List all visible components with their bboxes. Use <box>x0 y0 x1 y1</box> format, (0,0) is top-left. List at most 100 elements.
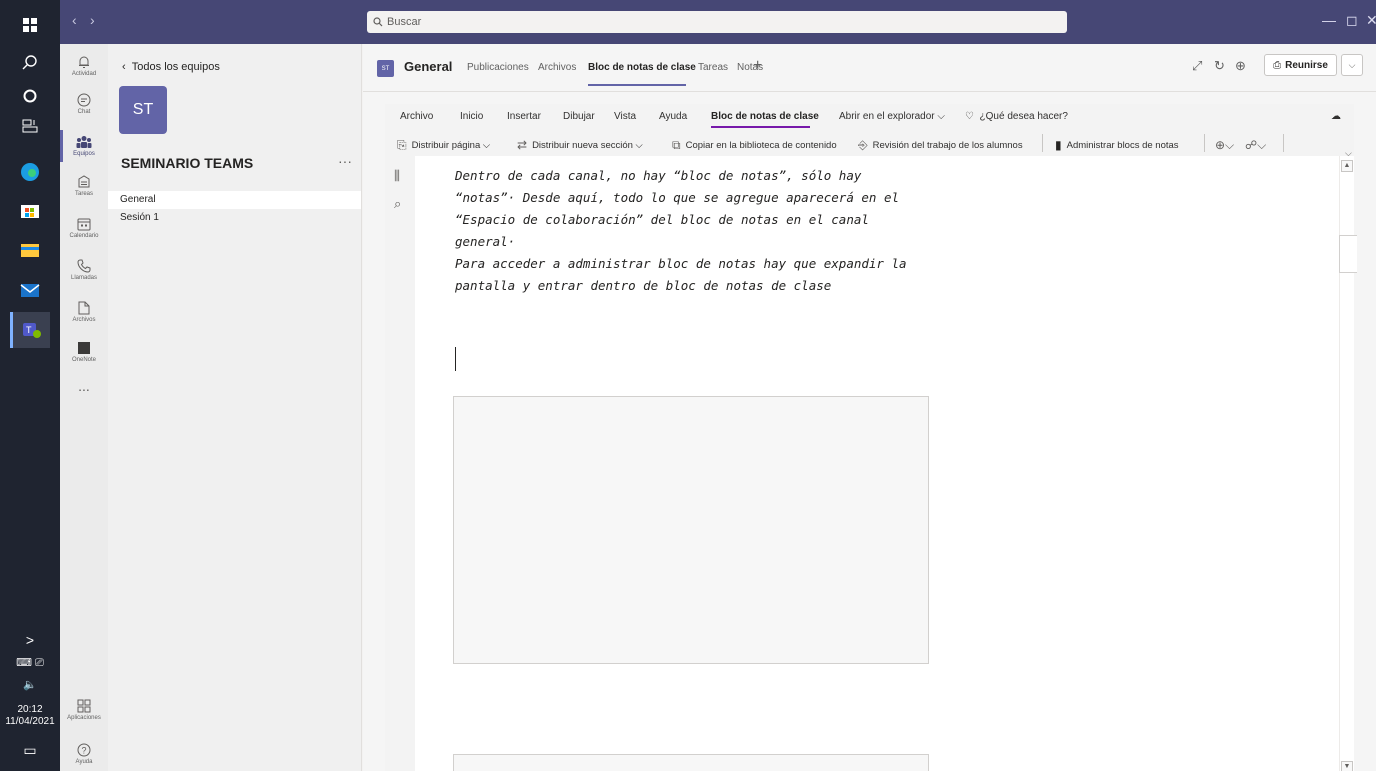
team-panel: ‹ Todos los equipos ST SEMINARIO TEAMS ·… <box>108 44 362 771</box>
volume-icon[interactable]: 🔈 <box>0 678 60 691</box>
chat-button[interactable]: Chat <box>60 82 108 126</box>
refresh-icon[interactable]: ↻ <box>1214 58 1225 74</box>
all-teams-label: Todos los equipos <box>131 61 220 73</box>
scroll-down-icon[interactable]: ▼ <box>1341 761 1353 771</box>
ribbon-tab-insertar[interactable]: Insertar <box>507 111 541 122</box>
copy-to-library-button[interactable]: ⧉ Copiar en la biblioteca de contenido <box>672 138 837 153</box>
calls-button[interactable]: Llamadas <box>60 248 108 292</box>
review-student-work-button[interactable]: ⎆ Revisión del trabajo de los alumnos <box>858 138 1023 153</box>
all-teams-link[interactable]: ‹ Todos los equipos <box>122 61 220 73</box>
onenote-ribbon: Archivo Inicio Insertar Dibujar Vista Ay… <box>385 104 1354 156</box>
notebooks-icon[interactable]: ⫼ <box>394 168 400 184</box>
language-dropdown[interactable]: ⊕⌵ <box>1215 138 1239 153</box>
more-apps-icon[interactable]: ... <box>60 364 108 408</box>
tab-tareas[interactable]: Tareas <box>698 62 728 73</box>
mail-icon[interactable] <box>10 272 50 308</box>
notebook-frame-top <box>385 92 1354 104</box>
store-icon[interactable] <box>10 192 50 228</box>
ribbon-tab-vista[interactable]: Vista <box>614 111 636 122</box>
expand-icon[interactable]: ⤢ <box>1192 58 1202 74</box>
team-more-options-icon[interactable]: ··· <box>338 153 352 169</box>
teams-button[interactable]: Equipos <box>60 124 108 168</box>
network-icon[interactable]: ⌨ ⎚ <box>0 656 60 670</box>
minimize-icon[interactable]: — <box>1322 12 1336 28</box>
note-canvas[interactable]: Dentro de cada canal, no hay “bloc de no… <box>415 156 1339 771</box>
notebook-frame-right <box>1354 92 1376 771</box>
ribbon-tab-dibujar[interactable]: Dibujar <box>563 111 595 122</box>
notification-icon[interactable]: ▭ <box>0 742 60 759</box>
teams-taskbar-icon[interactable]: T <box>10 312 50 348</box>
cloud-icon[interactable]: ☁ <box>1331 111 1341 122</box>
teams-app-bar: Actividad Chat Equipos Tareas Calendario… <box>60 44 108 771</box>
note-line: Para acceder a administrar bloc de notas… <box>455 256 907 271</box>
distribute-page-label: Distribuir página ⌵ <box>411 140 491 151</box>
task-view-icon[interactable] <box>0 106 60 146</box>
forward-arrow-icon[interactable]: › <box>90 12 95 28</box>
close-icon[interactable]: ✕ <box>1366 12 1376 29</box>
back-arrow-icon[interactable]: ‹ <box>72 12 77 28</box>
scroll-up-icon[interactable]: ▲ <box>1341 160 1353 172</box>
video-camera-icon: ⎙ <box>1273 59 1282 71</box>
search-icon <box>373 17 383 27</box>
globe-icon[interactable]: ⊕ <box>1235 58 1246 74</box>
manage-notebooks-button[interactable]: ▮ Administrar blocs de notas <box>1055 138 1179 152</box>
title-bar: ‹ › Buscar — ◻ ✕ <box>60 0 1376 44</box>
ribbon-open-in-explorer[interactable]: Abrir en el explorador ⌵ <box>839 111 945 122</box>
chevron-down-icon[interactable]: ⌵ <box>1341 54 1363 76</box>
apps-button[interactable]: Aplicaciones <box>60 688 108 732</box>
distribute-section-label: Distribuir nueva sección ⌵ <box>532 139 643 151</box>
embedded-image-frame[interactable] <box>453 396 929 664</box>
add-tab-icon[interactable]: + <box>753 57 762 75</box>
team-avatar: ST <box>119 86 167 134</box>
note-line: pantalla y entrar dentro de bloc de nota… <box>455 278 832 293</box>
tell-me-box[interactable]: ♡ ¿Qué desea hacer? <box>965 111 1068 122</box>
apps-icon <box>77 699 91 713</box>
chevron-right-icon[interactable]: > <box>0 632 60 648</box>
ribbon-separator <box>1042 134 1043 152</box>
search-icon[interactable]: ⌕ <box>394 196 401 212</box>
ribbon-separator <box>1204 134 1205 152</box>
join-meeting-button[interactable]: ⎙ Reunirse <box>1264 54 1337 76</box>
ribbon-tab-ayuda[interactable]: Ayuda <box>659 111 687 122</box>
edge-icon[interactable] <box>10 154 50 190</box>
taskbar-clock[interactable]: 20:12 11/04/2021 <box>0 704 60 728</box>
tab-bloc-de-notas-de-clase[interactable]: Bloc de notas de clase <box>588 62 696 73</box>
channel-sesion-1[interactable]: Sesión 1 <box>108 209 361 227</box>
page-list-toggle[interactable] <box>1339 235 1357 273</box>
notebook-frame-left <box>363 92 385 771</box>
text-cursor <box>455 347 456 371</box>
manage-notebooks-label: Administrar blocs de notas <box>1066 139 1179 151</box>
channel-general[interactable]: General <box>108 191 361 209</box>
feedback-icon: ☍⌵ <box>1245 138 1267 152</box>
ribbon-tab-inicio[interactable]: Inicio <box>460 111 483 122</box>
team-name: SEMINARIO TEAMS <box>121 155 254 171</box>
teams-icon <box>76 136 92 148</box>
ribbon-tab-bloc-de-notas-de-clase[interactable]: Bloc de notas de clase <box>711 111 819 122</box>
assignments-button[interactable]: Tareas <box>60 164 108 208</box>
translate-icon: ⊕⌵ <box>1215 138 1235 152</box>
maximize-icon[interactable]: ◻ <box>1346 12 1358 29</box>
join-meeting-label: Reunirse <box>1285 59 1328 71</box>
ribbon-tab-archivo[interactable]: Archivo <box>400 111 433 122</box>
ribbon-separator <box>1283 134 1284 152</box>
files-button[interactable]: Archivos <box>60 290 108 334</box>
distribute-section-button[interactable]: ⇄ Distribuir nueva sección ⌵ <box>517 138 643 152</box>
tab-archivos[interactable]: Archivos <box>538 62 576 73</box>
file-explorer-icon[interactable] <box>10 232 50 268</box>
windows-start-icon[interactable] <box>0 5 60 45</box>
onenote-icon <box>78 342 90 354</box>
distribute-page-button[interactable]: ⎘ Distribuir página ⌵ <box>397 138 490 153</box>
clock-time: 20:12 <box>17 704 43 715</box>
embedded-image-frame[interactable] <box>453 754 929 771</box>
tell-me-placeholder: ¿Qué desea hacer? <box>979 111 1068 122</box>
note-text[interactable]: Dentro de cada canal, no hay “bloc de no… <box>455 165 935 297</box>
help-button[interactable]: ? Ayuda <box>60 732 108 771</box>
assignments-icon <box>78 175 90 188</box>
search-input[interactable]: Buscar <box>367 11 1067 33</box>
calendar-button[interactable]: Calendario <box>60 206 108 250</box>
active-tab-indicator <box>588 84 686 86</box>
calls-label: Llamadas <box>70 275 97 281</box>
feedback-dropdown[interactable]: ☍⌵ <box>1245 138 1271 153</box>
tab-publicaciones[interactable]: Publicaciones <box>467 62 529 73</box>
channel-header: ST General Publicaciones Archivos Bloc d… <box>363 44 1376 92</box>
